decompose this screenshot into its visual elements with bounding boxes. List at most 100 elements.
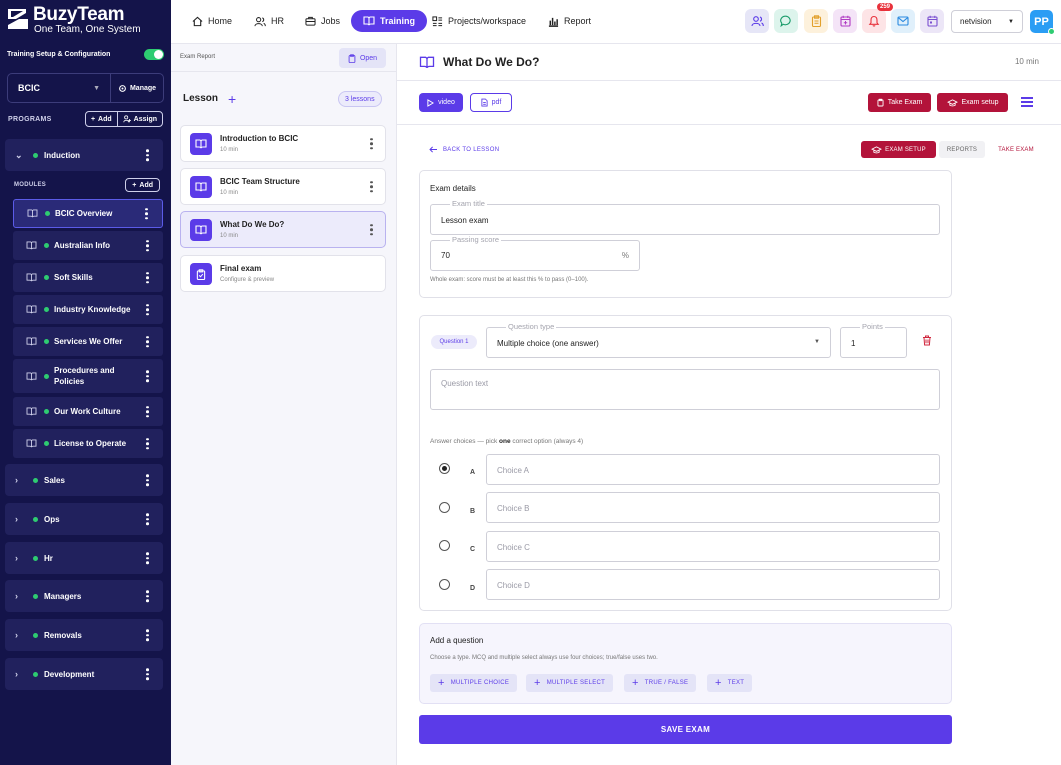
take-exam-button[interactable]: Take Exam [868, 93, 931, 112]
video-button[interactable]: video [419, 93, 463, 112]
calendar-add-icon[interactable] [833, 9, 857, 33]
tab-take-exam[interactable]: TAKE EXAM [991, 141, 1041, 158]
module-item[interactable]: Australian Info [13, 231, 163, 260]
bell-icon[interactable] [862, 9, 886, 33]
nav-jobs[interactable]: Jobs [305, 10, 340, 32]
program-item[interactable]: › Managers [5, 580, 163, 612]
menu-icon[interactable] [1021, 97, 1033, 107]
add-text-button[interactable]: + TEXT [707, 674, 753, 692]
lessons-header: Lesson + [183, 92, 236, 106]
program-item[interactable]: › Removals [5, 619, 163, 651]
exam-details-heading: Exam details [430, 184, 476, 193]
lesson-card-final-exam[interactable]: Final exam Configure & preview [180, 255, 386, 292]
add-lesson-icon[interactable]: + [228, 92, 236, 106]
program-label: Induction [44, 150, 80, 160]
back-to-lesson-link[interactable]: BACK TO LESSON [429, 146, 499, 153]
choice-radio-b[interactable] [439, 502, 450, 513]
more-vertical-icon[interactable] [146, 513, 149, 525]
choice-input-a[interactable]: Choice A [486, 454, 940, 485]
more-vertical-icon[interactable] [146, 370, 149, 382]
nav-jobs-label: Jobs [321, 16, 341, 26]
training-setup-toggle[interactable] [144, 49, 164, 60]
program-label: Ops [44, 514, 60, 524]
choice-radio-c[interactable] [439, 540, 450, 551]
lesson-card[interactable]: BCIC Team Structure 10 min [180, 168, 386, 205]
module-label: Our Work Culture [54, 407, 121, 416]
more-vertical-icon[interactable] [146, 474, 149, 486]
clipboard-icon[interactable] [804, 9, 828, 33]
more-vertical-icon[interactable] [146, 239, 149, 252]
program-item[interactable]: › Sales [5, 464, 163, 496]
choice-input-d[interactable]: Choice D [486, 569, 940, 600]
brand-logo[interactable]: BuzyTeam One Team, One System [6, 5, 141, 35]
add-question-hint: Choose a type. MCQ and multiple select a… [430, 655, 658, 661]
more-vertical-icon[interactable] [146, 668, 149, 680]
tab-reports[interactable]: REPORTS [939, 141, 985, 158]
more-vertical-icon[interactable] [146, 405, 149, 418]
add-module-label: Add [139, 181, 153, 189]
mail-icon[interactable] [891, 9, 915, 33]
pdf-button[interactable]: pdf [470, 93, 512, 112]
assign-program-button[interactable]: Assign [116, 112, 162, 126]
program-item[interactable]: › Development [5, 658, 163, 690]
question-type-select[interactable]: Question type Multiple choice (one answe… [486, 322, 831, 358]
workspace-select[interactable]: netvision ▼ [951, 10, 1023, 33]
tab-exam-setup[interactable]: EXAM SETUP [861, 141, 936, 158]
points-field[interactable]: Points 1 [840, 322, 907, 358]
module-item[interactable]: BCIC Overview [13, 199, 163, 228]
lesson-card-active[interactable]: What Do We Do? 10 min [180, 211, 386, 248]
add-multiple-select-button[interactable]: + MULTIPLE SELECT [526, 674, 614, 692]
add-true-false-button[interactable]: + TRUE / FALSE [624, 674, 697, 692]
user-avatar[interactable]: PP [1030, 10, 1055, 35]
chat-icon[interactable] [774, 9, 798, 33]
module-item[interactable]: Services We Offer [13, 327, 163, 356]
program-item[interactable]: › Hr [5, 542, 163, 574]
program-item-induction[interactable]: ⌄ Induction [5, 139, 163, 171]
add-multiple-choice-button[interactable]: + MULTIPLE CHOICE [430, 674, 518, 692]
more-vertical-icon[interactable] [146, 437, 149, 450]
more-vertical-icon[interactable] [146, 629, 149, 641]
question-text-field[interactable]: Question text [430, 369, 940, 410]
more-vertical-icon[interactable] [146, 335, 149, 348]
more-vertical-icon[interactable] [146, 303, 149, 316]
exam-title-field[interactable]: Exam title Lesson exam [430, 199, 940, 235]
choice-input-b[interactable]: Choice B [486, 492, 940, 523]
choice-placeholder: Choice A [497, 466, 530, 475]
nav-hr[interactable]: HR [254, 10, 284, 32]
module-item[interactable]: Procedures and Policies [13, 359, 163, 393]
module-item[interactable]: License to Operate [13, 429, 163, 458]
nav-training[interactable]: Training [351, 10, 428, 32]
more-vertical-icon[interactable] [146, 149, 149, 161]
lesson-card[interactable]: Introduction to BCIC 10 min [180, 125, 386, 162]
trash-icon[interactable] [922, 335, 932, 346]
more-vertical-icon[interactable] [146, 552, 149, 564]
calendar-icon[interactable] [920, 9, 944, 33]
choice-input-c[interactable]: Choice C [486, 531, 940, 562]
open-report-button[interactable]: Open [339, 48, 386, 68]
program-item[interactable]: › Ops [5, 503, 163, 535]
more-vertical-icon[interactable] [370, 137, 373, 150]
more-vertical-icon[interactable] [370, 180, 373, 193]
module-item[interactable]: Industry Knowledge [13, 295, 163, 324]
save-exam-button[interactable]: SAVE EXAM [419, 715, 952, 744]
team-icon[interactable] [745, 9, 769, 33]
more-vertical-icon[interactable] [146, 590, 149, 602]
passing-score-field[interactable]: Passing score 70 % [430, 235, 640, 271]
more-vertical-icon[interactable] [145, 207, 148, 220]
nav-projects[interactable]: Projects/workspace [432, 10, 526, 32]
page-title: What Do We Do? [443, 55, 540, 69]
choice-radio-a[interactable] [439, 463, 450, 474]
module-item[interactable]: Our Work Culture [13, 397, 163, 426]
module-item[interactable]: Soft Skills [13, 263, 163, 292]
nav-home[interactable]: Home [192, 10, 232, 32]
add-module-button[interactable]: + Add [125, 178, 160, 192]
manage-button[interactable]: Manage [111, 74, 163, 102]
more-vertical-icon[interactable] [146, 271, 149, 284]
nav-report[interactable]: Report [548, 10, 591, 32]
add-program-button[interactable]: + Add [86, 112, 117, 126]
lessons-title: Lesson [183, 93, 219, 104]
choice-radio-d[interactable] [439, 579, 450, 590]
org-select[interactable]: BCIC ▼ [8, 74, 111, 102]
exam-setup-button[interactable]: Exam setup [937, 93, 1008, 112]
more-vertical-icon[interactable] [370, 223, 373, 236]
